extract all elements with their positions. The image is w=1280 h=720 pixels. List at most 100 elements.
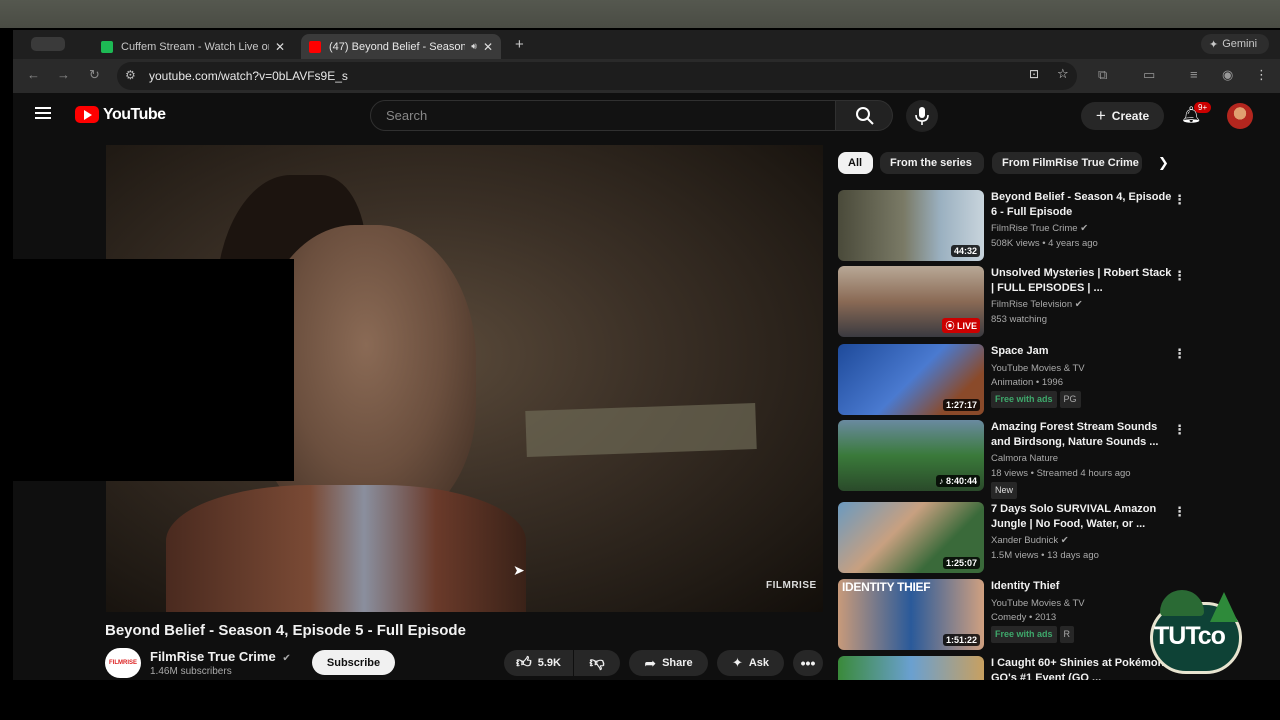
video-thumbnail[interactable]: 1:27:17 — [838, 344, 984, 415]
recommendation-item[interactable]: 1:27:17 Space Jam YouTube Movies & TV An… — [838, 344, 1198, 418]
verified-check-icon: ✔ — [1080, 223, 1089, 234]
recommendation-item[interactable]: ⦿ LIVE Unsolved Mysteries | Robert Stack… — [838, 266, 1198, 340]
tab-youtube[interactable]: (47) Beyond Belief - Season 🔊︎ ✕ — [301, 34, 501, 59]
recommendation-item[interactable]: I Caught 60+ Shinies at Pokémon GO's #1 … — [838, 656, 1198, 680]
tab-title: (47) Beyond Belief - Season — [329, 40, 466, 53]
channel-text[interactable]: FilmRise True Crime — [991, 223, 1078, 234]
recommendation-channel[interactable]: FilmRise True Crime ✔ — [991, 221, 1191, 236]
more-vert-icon[interactable]: ⋮ — [1173, 504, 1186, 520]
tab-cuffem[interactable]: Cuffem Stream - Watch Live on ✕ — [93, 34, 293, 59]
channel-text[interactable]: Xander Budnick — [991, 535, 1058, 546]
install-icon[interactable]: ⊡ — [1029, 67, 1039, 81]
chip-from-channel[interactable]: From FilmRise True Crime — [992, 152, 1142, 174]
recommendation-title[interactable]: I Caught 60+ Shinies at Pokémon GO's #1 … — [991, 656, 1173, 680]
extensions-icon[interactable]: ⧉ — [1098, 67, 1107, 83]
recommendation-title[interactable]: Beyond Belief - Season 4, Episode 6 - Fu… — [991, 190, 1173, 220]
channel-avatar[interactable]: FILMRISE — [105, 648, 141, 678]
forward-icon[interactable]: → — [57, 67, 70, 82]
recommendation-channel[interactable]: YouTube Movies & TV — [991, 361, 1191, 376]
recommendation-channel[interactable]: Calmora Nature — [991, 451, 1191, 466]
verified-check-icon: ✔ — [1074, 299, 1083, 310]
menu-kebab-icon[interactable]: ⋮ — [1255, 67, 1268, 83]
recommendation-title[interactable]: Space Jam — [991, 344, 1173, 359]
video-thumbnail[interactable]: 44:32 — [838, 190, 984, 261]
like-button[interactable]: 👍︎ 5.9K — [504, 650, 573, 676]
video-frame-shirt — [166, 485, 526, 612]
create-button[interactable]: + Create — [1081, 102, 1164, 130]
recommendation-meta: Animation • 1996 — [991, 377, 1063, 388]
url-text[interactable]: youtube.com/watch?v=0bLAVFs9E_s — [149, 69, 348, 83]
speaker-icon[interactable]: 🔊︎ — [471, 41, 477, 52]
live-badge: ⦿ LIVE — [942, 318, 980, 333]
recommendation-title[interactable]: 7 Days Solo SURVIVAL Amazon Jungle | No … — [991, 502, 1173, 532]
media-controls-icon[interactable]: ≡ — [1190, 67, 1198, 82]
share-button[interactable]: ➦ Share — [629, 650, 708, 676]
search-input[interactable]: Search — [370, 100, 836, 131]
channel-name[interactable]: FilmRise True Crime ✔ — [150, 649, 291, 664]
video-thumbnail[interactable]: 1:25:07 — [838, 502, 984, 573]
more-actions-button[interactable]: ••• — [793, 650, 823, 676]
share-arrow-icon: ➦ — [644, 654, 657, 671]
close-tab-icon[interactable]: ✕ — [483, 40, 493, 54]
youtube-wordmark[interactable]: YouTube — [103, 106, 166, 124]
close-tab-icon[interactable]: ✕ — [275, 40, 285, 54]
thumbs-up-icon: 👍︎ — [516, 654, 532, 671]
voice-search-button[interactable] — [906, 100, 938, 132]
redacted-overlay — [13, 259, 294, 481]
hamburger-menu-icon[interactable] — [35, 107, 51, 119]
recommendation-channel[interactable]: Xander Budnick ✔ — [991, 533, 1191, 548]
video-thumbnail[interactable]: ⦿ LIVE — [838, 266, 984, 337]
video-thumbnail[interactable]: IDENTITY THIEF 1:51:22 — [838, 579, 984, 650]
more-vert-icon[interactable]: ⋮ — [1173, 346, 1186, 362]
gemini-button[interactable]: ✦ Gemini — [1201, 34, 1269, 54]
address-bar[interactable]: ⚙ youtube.com/watch?v=0bLAVFs9E_s ⊡ ☆ — [117, 62, 1077, 90]
reload-icon[interactable]: ↻ — [89, 67, 100, 83]
duration-badge: ♪ 8:40:44 — [935, 475, 980, 487]
duration-badge: 1:51:22 — [942, 634, 980, 646]
reading-mode-icon[interactable]: ▭ — [1143, 67, 1155, 83]
video-title: Beyond Belief - Season 4, Episode 5 - Fu… — [105, 622, 466, 639]
create-label: Create — [1111, 109, 1150, 123]
search-button[interactable] — [836, 100, 893, 131]
subscribe-button[interactable]: Subscribe — [312, 650, 395, 675]
recommendation-tags: Free with ads PG — [991, 391, 1191, 408]
tutco-badge-text: TUTco — [1154, 622, 1226, 650]
tab-search-icon[interactable] — [31, 37, 65, 51]
more-vert-icon[interactable]: ⋮ — [1173, 192, 1186, 208]
recommendation-item[interactable]: 1:25:07 7 Days Solo SURVIVAL Amazon Jung… — [838, 502, 1198, 576]
chevron-right-icon[interactable]: ❯ — [1158, 155, 1169, 171]
dislike-button[interactable]: 👎︎ — [574, 650, 620, 676]
recommendation-item[interactable]: 44:32 Beyond Belief - Season 4, Episode … — [838, 190, 1198, 264]
recommendation-meta: 508K views • 4 years ago — [991, 238, 1098, 249]
bookmark-star-icon[interactable]: ☆ — [1057, 66, 1069, 82]
profile-icon[interactable]: ◉ — [1222, 67, 1233, 83]
more-vert-icon[interactable]: ⋮ — [1173, 422, 1186, 438]
new-tab-icon[interactable]: + — [515, 36, 524, 53]
video-thumbnail[interactable] — [838, 656, 984, 680]
recommendation-channel[interactable]: FilmRise Television ✔ — [991, 297, 1191, 312]
microphone-icon — [915, 107, 929, 125]
chip-from-the-series[interactable]: From the series — [880, 152, 984, 174]
account-avatar[interactable] — [1227, 103, 1253, 129]
more-vert-icon[interactable]: ⋮ — [1173, 268, 1186, 284]
recommendation-title[interactable]: Identity Thief — [991, 579, 1173, 594]
recommendation-title[interactable]: Unsolved Mysteries | Robert Stack | FULL… — [991, 266, 1173, 296]
site-info-icon[interactable]: ⚙ — [125, 68, 136, 82]
recommendation-title[interactable]: Amazing Forest Stream Sounds and Birdson… — [991, 420, 1173, 450]
channel-text[interactable]: FilmRise Television — [991, 299, 1072, 310]
recommendation-item[interactable]: IDENTITY THIEF 1:51:22 Identity Thief Yo… — [838, 579, 1198, 653]
youtube-masthead: YouTube Search + Create 🔔︎ 9+ — [13, 93, 1280, 143]
recommendation-item[interactable]: ♪ 8:40:44 Amazing Forest Stream Sounds a… — [838, 420, 1198, 499]
back-icon[interactable]: ← — [27, 67, 40, 82]
bottom-black-bar — [0, 680, 1280, 720]
ask-button[interactable]: ✦ Ask — [717, 650, 784, 676]
chip-all[interactable]: All — [838, 152, 873, 174]
channel-name-text[interactable]: FilmRise True Crime — [150, 649, 276, 664]
video-thumbnail[interactable]: ♪ 8:40:44 — [838, 420, 984, 491]
live-label: LIVE — [956, 321, 977, 331]
macos-menubar — [0, 0, 1280, 28]
duration-text: 8:40:44 — [945, 476, 977, 486]
santa-hat-icon — [1160, 590, 1204, 616]
youtube-logo-icon[interactable] — [75, 106, 99, 123]
mouse-cursor-icon: ➤ — [513, 562, 525, 578]
